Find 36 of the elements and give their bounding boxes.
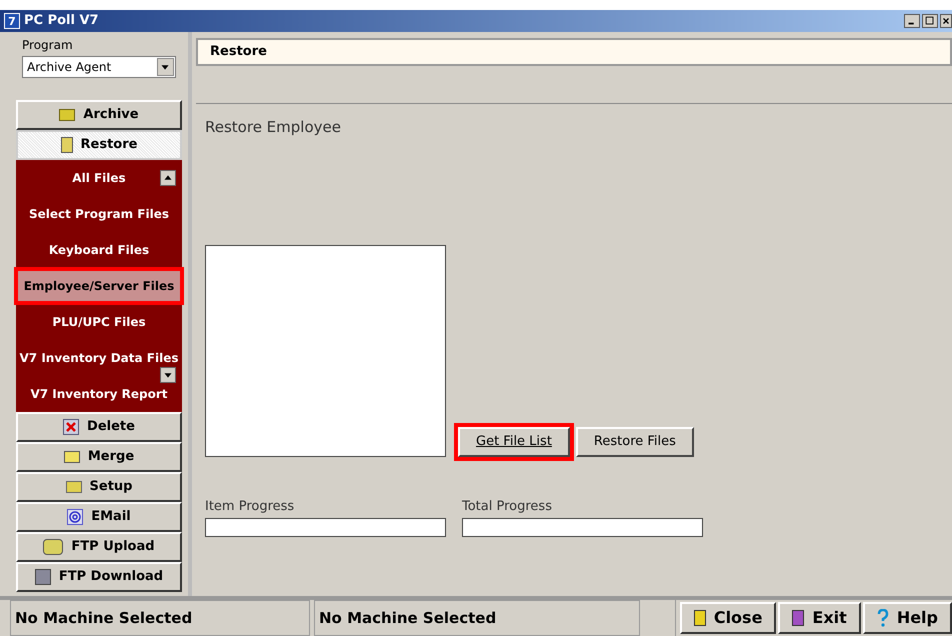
nav-button[interactable]: Delete [16,412,182,442]
status-text: No Machine Selected [319,608,496,629]
maximize-button[interactable] [922,14,938,28]
nav-button[interactable]: FTP Download [16,562,182,592]
file-list-item[interactable]: PLU/UPC Files [52,313,146,331]
file-list-item[interactable]: All Files [72,169,126,187]
x-icon [63,419,80,435]
action-button[interactable]: Restore Files [576,426,694,456]
progress-label: Item Progress [205,498,296,516]
app-logo: 7 [4,13,20,29]
header-title: Restore [210,43,267,62]
close-window-button[interactable] [940,14,952,28]
status-text: No Machine Selected [15,608,192,629]
program-label: Program [22,37,74,54]
nav-button[interactable]: Setup [16,472,182,502]
file-list-item[interactable]: Employee/Server Files [18,271,180,301]
progress-label: Total Progress [462,498,553,516]
program-dropdown[interactable]: Archive Agent [22,56,176,78]
nav-button[interactable]: FTP Upload [16,532,182,562]
footer-button[interactable]: Exit [778,602,861,634]
scroll-down-button[interactable] [160,367,176,383]
file-list-item[interactable]: Select Program Files [28,205,169,223]
nav-button[interactable]: Merge [16,442,182,472]
file-list-item[interactable]: V7 Inventory Data Files [20,349,178,367]
nav-button[interactable]: Restore [16,130,182,160]
footer-button[interactable]: Close [680,602,776,634]
help-icon [876,609,889,627]
nav-button[interactable]: EMail [16,502,182,532]
nav-button[interactable]: Archive [16,100,182,130]
scroll-up-button[interactable] [160,170,176,186]
minimize-button[interactable] [904,14,920,28]
file-list-item[interactable]: V7 Inventory Report [30,385,168,403]
footer-button[interactable]: Help [862,602,952,634]
window-title: PC Poll V7 [24,12,99,30]
section-title: Restore Employee [205,117,342,138]
file-list-item[interactable]: Keyboard Files [48,241,150,259]
